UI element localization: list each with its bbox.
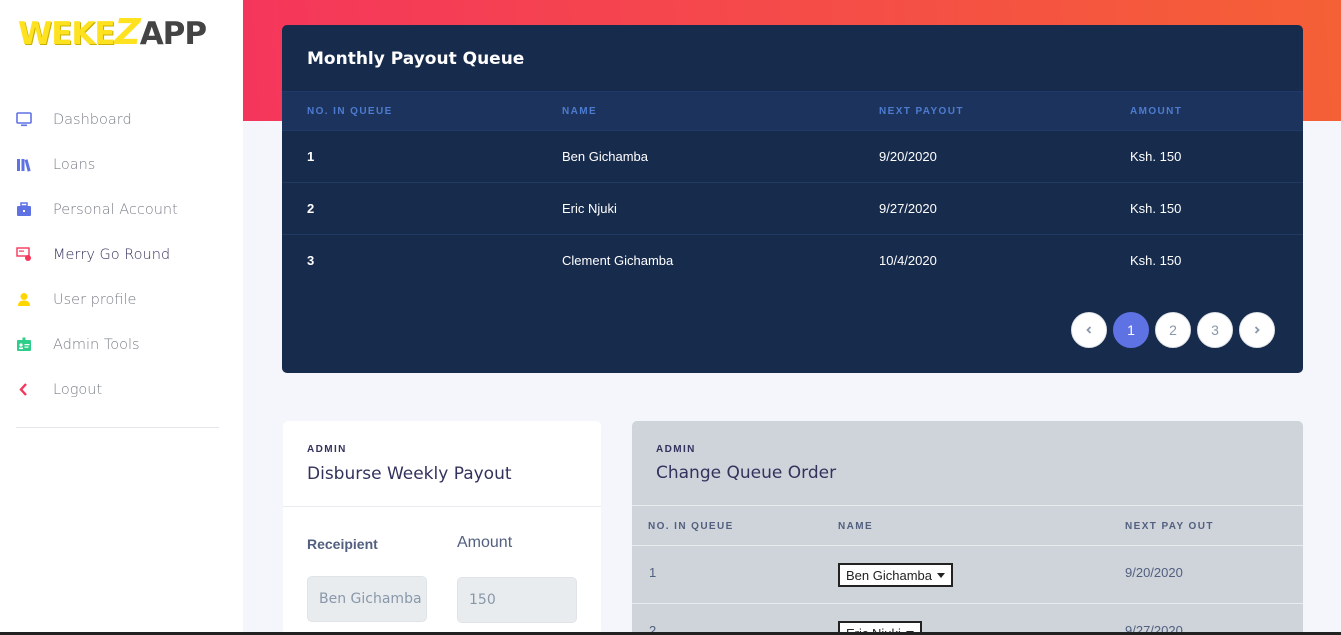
- previous-page-button[interactable]: [1071, 312, 1107, 348]
- column-header-no-in-queue: NO. IN QUEUE: [648, 521, 734, 532]
- sidebar-item-dashboard[interactable]: Dashboard: [0, 97, 243, 142]
- sidebar-item-merry-go-round[interactable]: Merry Go Round: [0, 232, 243, 277]
- table-row: 1 Ben Gichamba 9/20/2020: [632, 546, 1303, 604]
- pagination: 1 2 3: [1071, 312, 1275, 348]
- queue-number: 2: [307, 201, 315, 216]
- column-header-name: NAME: [562, 106, 598, 117]
- member-select-value: Ben Gichamba: [846, 567, 932, 583]
- app-logo[interactable]: WEKEZAPP: [18, 12, 207, 53]
- card-overline: ADMIN: [656, 444, 696, 455]
- sidebar-item-label: Loans: [53, 156, 96, 173]
- chevron-left-icon: [1086, 326, 1092, 334]
- briefcase-icon: [16, 202, 32, 218]
- sidebar-item-loans[interactable]: Loans: [0, 142, 243, 187]
- next-payout-date: 9/20/2020: [879, 149, 937, 164]
- card-title: Change Queue Order: [656, 463, 837, 483]
- table-header: NO. IN QUEUE NAME NEXT PAYOUT AMOUNT: [282, 91, 1303, 131]
- column-header-amount: AMOUNT: [1130, 106, 1183, 117]
- chevron-left-icon: [16, 382, 32, 398]
- member-name: Ben Gichamba: [562, 149, 648, 164]
- payout-amount: Ksh. 150: [1130, 253, 1182, 268]
- amount-label: Amount: [457, 534, 513, 551]
- payout-amount: Ksh. 150: [1130, 201, 1182, 216]
- books-icon: [16, 157, 32, 173]
- queue-number: 3: [307, 253, 315, 268]
- disburse-payout-card: ADMIN Disburse Weekly Payout Receipient …: [283, 421, 601, 635]
- card-title: Monthly Payout Queue: [307, 49, 525, 69]
- member-name: Eric Njuki: [562, 201, 617, 216]
- logo-text-z: Z: [114, 12, 141, 53]
- id-badge-icon: [16, 337, 32, 353]
- table-row: 1 Ben Gichamba 9/20/2020 Ksh. 150: [282, 131, 1303, 183]
- sidebar: WEKEZAPP Dashboard Loans Personal Accoun…: [0, 0, 243, 635]
- column-header-next-pay-out: NEXT PAY OUT: [1125, 521, 1214, 532]
- sidebar-item-label: Personal Account: [53, 201, 178, 218]
- table-row: 3 Clement Gichamba 10/4/2020 Ksh. 150: [282, 235, 1303, 287]
- next-payout-date: 9/27/2020: [879, 201, 937, 216]
- chevron-right-icon: [1254, 326, 1260, 334]
- member-select[interactable]: Ben Gichamba: [838, 563, 953, 587]
- payout-queue-card: Monthly Payout Queue NO. IN QUEUE NAME N…: [282, 25, 1303, 373]
- sidebar-item-logout[interactable]: Logout: [0, 367, 243, 412]
- queue-number: 1: [307, 149, 315, 164]
- sidebar-nav: Dashboard Loans Personal Account Merry G…: [0, 97, 243, 412]
- page-button-1[interactable]: 1: [1113, 312, 1149, 348]
- next-payout-date: 9/20/2020: [1125, 565, 1183, 580]
- card-overline: ADMIN: [307, 444, 347, 455]
- sidebar-item-label: Admin Tools: [53, 336, 140, 353]
- table-row: 2 Eric Njuki 9/27/2020 Ksh. 150: [282, 183, 1303, 235]
- table-row: 2 Eric Njuki 9/27/2020: [632, 604, 1303, 635]
- payout-amount: Ksh. 150: [1130, 149, 1182, 164]
- divider: [283, 506, 601, 507]
- queue-number: 1: [649, 565, 657, 580]
- page-button-3[interactable]: 3: [1197, 312, 1233, 348]
- recipient-field[interactable]: Ben Gichamba: [307, 576, 427, 622]
- logo-text-weke: WEKE: [18, 16, 116, 52]
- sidebar-item-label: Dashboard: [53, 111, 132, 128]
- user-icon: [16, 292, 32, 308]
- recipient-label: Receipient: [307, 536, 378, 552]
- column-header-next-payout: NEXT PAYOUT: [879, 106, 964, 117]
- card-title: Disburse Weekly Payout: [307, 464, 512, 484]
- sidebar-item-admin-tools[interactable]: Admin Tools: [0, 322, 243, 367]
- money-stack-icon: [16, 247, 32, 263]
- next-payout-date: 10/4/2020: [879, 253, 937, 268]
- logo-text-app: APP: [139, 16, 207, 52]
- sidebar-item-user-profile[interactable]: User profile: [0, 277, 243, 322]
- amount-field[interactable]: 150: [457, 577, 577, 623]
- sidebar-divider: [16, 427, 219, 428]
- column-header-no-in-queue: NO. IN QUEUE: [307, 106, 393, 117]
- page-button-2[interactable]: 2: [1155, 312, 1191, 348]
- column-header-name: NAME: [838, 521, 874, 532]
- sidebar-item-label: Logout: [53, 381, 103, 398]
- sidebar-item-label: User profile: [53, 291, 137, 308]
- next-page-button[interactable]: [1239, 312, 1275, 348]
- member-name: Clement Gichamba: [562, 253, 674, 268]
- monitor-icon: [16, 112, 32, 128]
- table-header: NO. IN QUEUE NAME NEXT PAY OUT: [632, 505, 1303, 546]
- sidebar-item-label: Merry Go Round: [53, 246, 171, 263]
- sidebar-item-personal-account[interactable]: Personal Account: [0, 187, 243, 232]
- change-queue-card: ADMIN Change Queue Order NO. IN QUEUE NA…: [632, 421, 1303, 635]
- caret-down-icon: [937, 572, 945, 578]
